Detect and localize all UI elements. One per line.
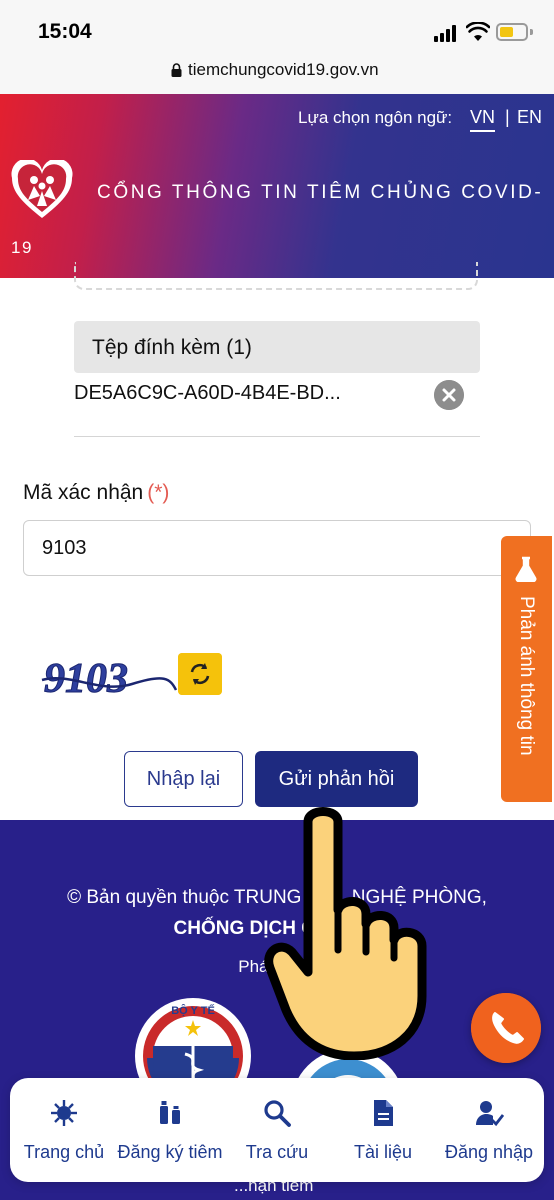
nav-label-login: Đăng nhập <box>444 1142 534 1162</box>
signal-icon <box>434 24 460 42</box>
attachment-file-name: DE5A6C9C-A60D-4B4E-BD... <box>74 382 341 404</box>
nav-label-documents: Tài liệu <box>353 1142 413 1162</box>
language-label: Lựa chọn ngôn ngữ: <box>298 108 453 127</box>
status-time: 15:04 <box>38 20 92 43</box>
nav-item-documents[interactable]: Tài liệu <box>338 1098 428 1170</box>
language-vn-link[interactable]: VN <box>470 107 496 132</box>
feedback-tab-label[interactable]: Phản ánh thông tin <box>515 596 537 756</box>
vaccine-icon <box>160 1101 180 1124</box>
wifi-icon <box>466 22 490 41</box>
required-mark: (*) <box>147 481 170 504</box>
attachment-title: Tệp đính kèm (1) <box>92 336 252 359</box>
document-icon <box>374 1100 393 1126</box>
upload-dropzone[interactable] <box>74 262 478 290</box>
refresh-captcha-button[interactable] <box>178 653 222 695</box>
battery-icon <box>496 23 528 41</box>
nav-label-lookup: Tra cứu <box>245 1142 309 1162</box>
nav-item-login[interactable]: Đăng nhập <box>440 1098 538 1170</box>
search-icon <box>264 1100 291 1127</box>
captcha-input[interactable] <box>23 520 531 576</box>
nav-item-register[interactable]: Đăng ký tiêm <box>114 1098 226 1170</box>
battery-cap <box>530 29 533 35</box>
moh-logo-text: BỘ Y TẾ <box>171 1004 215 1017</box>
portal-title-continued: 19 <box>11 238 33 257</box>
attachment-divider <box>74 436 480 437</box>
nav-item-lookup[interactable]: Tra cứu <box>232 1098 322 1170</box>
flask-icon <box>515 556 537 582</box>
captcha-label: Mã xác nhận (*) <box>23 481 170 504</box>
url-text[interactable]: tiemchungcovid19.gov.vn <box>188 60 379 80</box>
captcha-image: 9103 <box>41 656 178 703</box>
lock-icon <box>171 63 182 77</box>
remove-attachment-icon[interactable] <box>434 380 464 410</box>
reset-button[interactable]: Nhập lại <box>124 751 243 807</box>
user-check-icon <box>476 1101 504 1127</box>
portal-logo[interactable] <box>10 160 74 222</box>
call-button[interactable] <box>471 993 541 1063</box>
language-separator: | <box>505 107 510 127</box>
submit-feedback-button[interactable]: Gửi phản hồi <box>255 751 418 807</box>
tap-hand-icon <box>264 807 427 1060</box>
nav-label-register: Đăng ký tiêm <box>117 1142 223 1162</box>
nav-item-home[interactable]: Trang chủ <box>20 1098 108 1170</box>
portal-title: CỔNG THÔNG TIN TIÊM CHỦNG COVID- <box>97 182 544 203</box>
language-en-link[interactable]: EN <box>517 107 542 128</box>
nav-label-home: Trang chủ <box>23 1142 105 1162</box>
virus-icon <box>51 1100 77 1126</box>
